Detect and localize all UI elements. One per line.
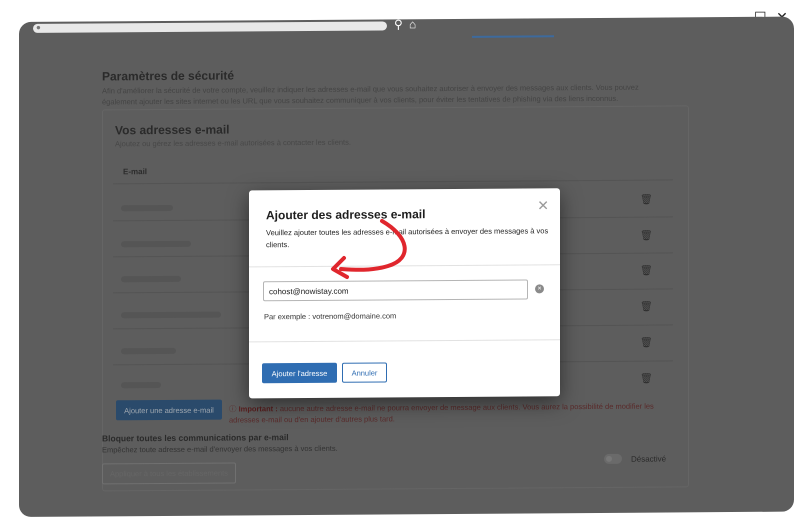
annotation-arrow: [331, 219, 407, 279]
